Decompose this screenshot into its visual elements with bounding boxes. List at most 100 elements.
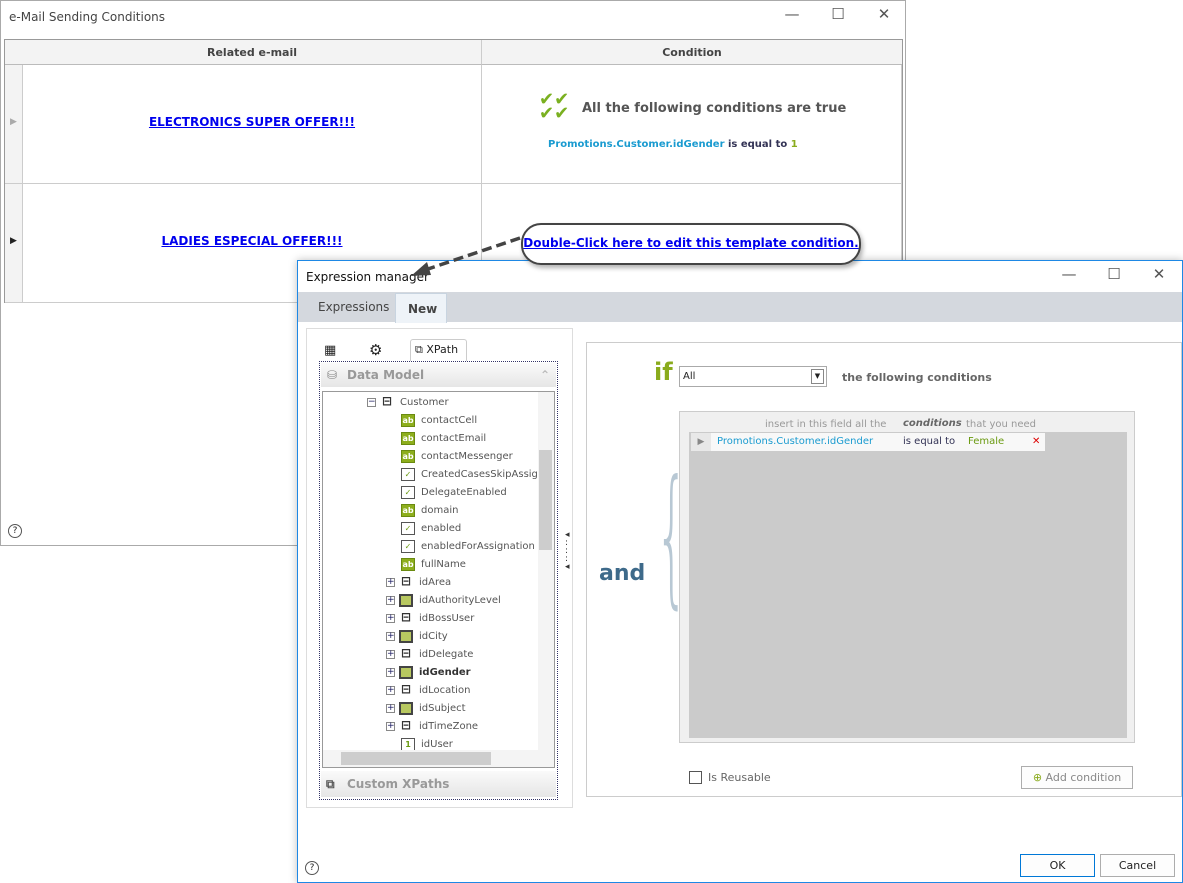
condition-field[interactable]: Promotions.Customer.idGender xyxy=(717,433,873,451)
conditions-list[interactable] xyxy=(689,432,1127,738)
data-model-label: Data Model xyxy=(347,368,425,382)
chevron-up-icon[interactable]: ⌃ xyxy=(540,363,550,387)
help-icon[interactable]: ? xyxy=(8,524,22,538)
edit-condition-callout[interactable]: Double-Click here to edit this template … xyxy=(521,223,861,265)
tree-item[interactable]: ab contactEmail xyxy=(401,430,486,448)
tree-item-label: enabled xyxy=(421,523,462,534)
data-model-header[interactable]: ⛁ Data Model ⌃ xyxy=(321,363,556,387)
delete-icon[interactable]: ✕ xyxy=(1032,433,1040,451)
tree-item[interactable]: + idAuthorityLevel xyxy=(386,592,501,610)
maximize-button[interactable]: ☐ xyxy=(815,5,861,23)
tree-item[interactable]: ✓ CreatedCasesSkipAssigR xyxy=(401,466,545,484)
minimize-button[interactable]: — xyxy=(769,5,815,23)
expand-icon[interactable]: + xyxy=(386,721,395,731)
tree-item-label: idArea xyxy=(419,577,452,588)
condition-row[interactable]: ▶ Promotions.Customer.idGender is equal … xyxy=(691,433,1045,451)
cancel-button[interactable]: Cancel xyxy=(1100,854,1175,877)
dropdown-arrow-icon[interactable]: ▼ xyxy=(811,369,824,384)
tree-item-label: idGender xyxy=(419,667,471,678)
row-selector[interactable]: ▶ xyxy=(5,65,23,184)
tree-item-label: idDelegate xyxy=(419,649,474,660)
expand-icon[interactable]: + xyxy=(386,703,395,713)
email-link[interactable]: ELECTRONICS SUPER OFFER!!! xyxy=(149,115,355,129)
calculator-icon[interactable]: ▦ xyxy=(324,343,336,358)
conditions-box[interactable]: insert in this field all the conditions … xyxy=(679,411,1135,743)
email-link[interactable]: LADIES ESPECIAL OFFER!!! xyxy=(161,234,342,248)
column-header-condition: Condition xyxy=(482,40,902,65)
tab-expressions[interactable]: Expressions xyxy=(306,292,401,322)
and-label: and xyxy=(599,561,646,586)
expand-icon[interactable]: + xyxy=(386,685,395,695)
edit-condition-link[interactable]: Double-Click here to edit this template … xyxy=(523,236,858,250)
tree-item[interactable]: + ⊟ idBossUser xyxy=(386,610,474,628)
tab-xpath[interactable]: ⧉ XPath xyxy=(410,339,467,361)
relation-icon: ⊟ xyxy=(400,573,412,588)
row-selector[interactable]: ▶ xyxy=(5,184,23,303)
data-model-tree[interactable]: − ⊟ Customer ab contactCell ab contactEmail ab… xyxy=(322,391,555,768)
vertical-scrollbar[interactable] xyxy=(538,392,554,750)
if-select[interactable]: All ▼ xyxy=(679,366,827,387)
tree-item[interactable]: + ⊟ idTimeZone xyxy=(386,718,478,736)
tree-item[interactable]: + ⊟ idArea xyxy=(386,574,451,592)
scrollbar-thumb[interactable] xyxy=(341,752,491,765)
window-title: e-Mail Sending Conditions xyxy=(9,10,166,24)
tree-item-label: DelegateEnabled xyxy=(421,487,507,498)
ab-icon: ab xyxy=(401,503,415,517)
xpath-icon: ⧉ xyxy=(326,777,335,791)
tree-item[interactable]: + ⊟ idLocation xyxy=(386,682,470,700)
dashed-arrow-icon xyxy=(411,236,521,276)
scrollbar-thumb[interactable] xyxy=(539,450,552,550)
tree-item[interactable]: ab fullName xyxy=(401,556,466,574)
gear-icon[interactable]: ⚙ xyxy=(369,341,382,359)
xpath-icon: ⧉ xyxy=(415,343,423,356)
tree-item[interactable]: + idSubject xyxy=(386,700,466,718)
minimize-button[interactable]: — xyxy=(1046,265,1092,283)
expand-icon[interactable]: + xyxy=(386,667,395,677)
tree-item[interactable]: + idCity xyxy=(386,628,448,646)
condition-value[interactable]: Female xyxy=(968,433,1004,451)
horizontal-scrollbar[interactable] xyxy=(323,750,554,767)
brace-icon: { xyxy=(655,449,689,623)
tree-item[interactable]: + idGender xyxy=(386,664,471,682)
add-condition-label: Add condition xyxy=(1045,771,1122,784)
tab-new[interactable]: New xyxy=(395,293,447,323)
expand-icon[interactable]: + xyxy=(386,631,395,641)
check-icon: ✓ xyxy=(401,521,415,535)
tree-item-label: contactMessenger xyxy=(421,451,513,462)
expand-icon[interactable]: + xyxy=(386,577,395,587)
condition-operator[interactable]: is equal to xyxy=(903,433,955,451)
maximize-button[interactable]: ☐ xyxy=(1091,265,1137,283)
ok-button[interactable]: OK xyxy=(1020,854,1095,877)
relation-icon: ⊟ xyxy=(400,717,412,732)
help-icon[interactable]: ? xyxy=(305,861,319,875)
tree-item-label: idUser xyxy=(421,739,453,750)
expand-icon[interactable]: + xyxy=(386,595,395,605)
condition-cell[interactable]: ✔✔ ✔✔ All the following conditions are tr… xyxy=(482,65,902,184)
tree-item-label: domain xyxy=(421,505,459,516)
condition-operator: is equal to xyxy=(728,139,788,150)
table-row[interactable]: ELECTRONICS SUPER OFFER!!! xyxy=(23,65,482,184)
tree-root[interactable]: − ⊟ Customer xyxy=(367,394,449,412)
tree-item[interactable]: + ⊟ idDelegate xyxy=(386,646,473,664)
plus-circle-icon: ⊕ xyxy=(1032,771,1043,784)
tree-item-label: fullName xyxy=(421,559,466,570)
tree-item[interactable]: ✓ enabled xyxy=(401,520,461,538)
close-button[interactable]: ✕ xyxy=(1136,265,1182,283)
ab-icon: ab xyxy=(401,449,415,463)
tree-item[interactable]: ab domain xyxy=(401,502,458,520)
splitter-handle[interactable]: ◂::: ◂ xyxy=(565,531,570,572)
double-check-icon: ✔✔ ✔✔ xyxy=(539,89,570,124)
tree-item[interactable]: ✓ enabledForAssignation xyxy=(401,538,535,556)
expand-icon[interactable]: + xyxy=(386,649,395,659)
tree-item[interactable]: ab contactMessenger xyxy=(401,448,513,466)
custom-xpaths-header[interactable]: ⧉ Custom XPaths xyxy=(321,771,556,797)
expand-icon[interactable]: + xyxy=(386,613,395,623)
add-condition-button[interactable]: ⊕ Add condition xyxy=(1021,766,1133,789)
close-button[interactable]: ✕ xyxy=(861,5,907,23)
left-panel: ▦ ⚙ ⧉ XPath ⛁ Data Model ⌃ − ⊟ Customer ab co… xyxy=(306,328,573,808)
tree-item-label: enabledForAssignation xyxy=(421,541,535,552)
row-expand-icon[interactable]: ▶ xyxy=(691,433,711,451)
tree-item[interactable]: ab contactCell xyxy=(401,412,477,430)
is-reusable-checkbox[interactable] xyxy=(689,771,702,784)
tree-item[interactable]: ✓ DelegateEnabled xyxy=(401,484,507,502)
